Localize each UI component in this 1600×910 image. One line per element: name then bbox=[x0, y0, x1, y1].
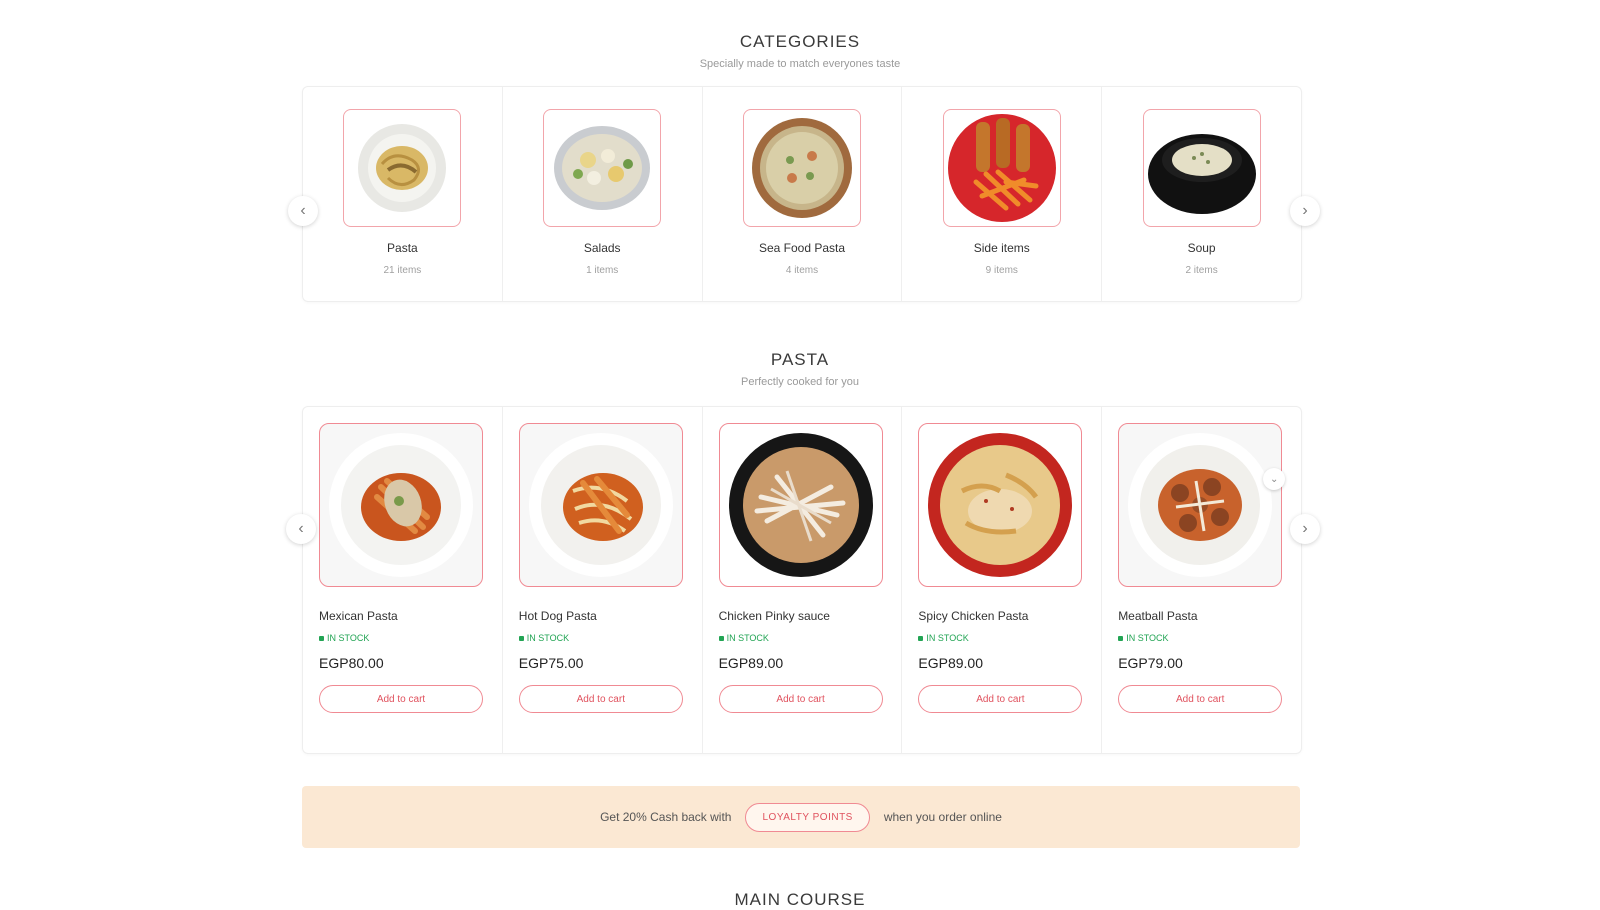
product-card: ⌄ Meatball Pasta IN STOCK EGP79.00 Add t… bbox=[1102, 407, 1301, 753]
salad-plate-icon bbox=[554, 126, 651, 210]
product-price: EGP89.00 bbox=[918, 655, 983, 671]
product-name[interactable]: Spicy Chicken Pasta bbox=[918, 609, 1085, 623]
product-name[interactable]: Meatball Pasta bbox=[1118, 609, 1285, 623]
category-image[interactable] bbox=[543, 109, 662, 227]
banner-text-before: Get 20% Cash back with bbox=[600, 810, 732, 824]
product-image[interactable] bbox=[518, 423, 683, 587]
fries-plate-icon bbox=[947, 114, 1056, 222]
product-card: Hot Dog Pasta IN STOCK EGP75.00 Add to c… bbox=[503, 407, 703, 753]
category-image[interactable] bbox=[942, 109, 1061, 227]
product-card: Spicy Chicken Pasta IN STOCK EGP89.00 Ad… bbox=[902, 407, 1103, 753]
stock-status: IN STOCK bbox=[518, 633, 686, 643]
chevron-down-icon[interactable]: ⌄ bbox=[1263, 468, 1286, 490]
stock-dot-icon bbox=[319, 635, 324, 641]
category-count: 2 items bbox=[1185, 265, 1218, 276]
category-count: 21 items bbox=[383, 265, 422, 276]
product-image[interactable] bbox=[319, 423, 483, 587]
soup-bowl-icon bbox=[1147, 134, 1256, 214]
product-card: Chicken Pinky sauce IN STOCK EGP89.00 Ad… bbox=[703, 407, 903, 753]
category-image[interactable] bbox=[1142, 109, 1261, 227]
category-card[interactable]: Soup 2 items bbox=[1102, 87, 1301, 301]
category-card[interactable]: Sea Food Pasta 4 items bbox=[703, 87, 903, 301]
pasta-subtitle: Perfectly cooked for you bbox=[740, 376, 859, 388]
stock-dot-icon bbox=[1118, 635, 1124, 641]
main-course-title: MAIN COURSE bbox=[734, 890, 866, 909]
product-price: EGP80.00 bbox=[319, 655, 384, 671]
add-to-cart-button[interactable]: Add to cart bbox=[1118, 685, 1283, 713]
product-name[interactable]: Chicken Pinky sauce bbox=[719, 609, 886, 623]
product-image[interactable] bbox=[918, 423, 1083, 587]
category-name: Salads bbox=[583, 241, 621, 255]
category-count: 9 items bbox=[985, 265, 1018, 276]
product-card: Mexican Pasta IN STOCK EGP80.00 Add to c… bbox=[303, 407, 503, 753]
category-name: Soup bbox=[1187, 241, 1216, 255]
stock-label: IN STOCK bbox=[926, 633, 969, 643]
hot-dog-pasta-icon bbox=[528, 433, 673, 577]
product-image[interactable]: ⌄ bbox=[1118, 423, 1286, 587]
category-count: 4 items bbox=[785, 265, 819, 276]
stock-status: IN STOCK bbox=[718, 633, 886, 643]
category-card[interactable]: Pasta 21 items bbox=[303, 87, 503, 301]
banner-text-after: when you order online bbox=[883, 810, 1002, 824]
spicy-chicken-pasta-icon bbox=[928, 433, 1073, 577]
category-image[interactable] bbox=[343, 109, 462, 227]
add-to-cart-button[interactable]: Add to cart bbox=[718, 685, 883, 713]
stock-label: IN STOCK bbox=[1126, 633, 1169, 643]
categories-title: CATEGORIES bbox=[739, 32, 861, 51]
category-name: Pasta bbox=[387, 241, 418, 255]
product-price: EGP75.00 bbox=[518, 655, 584, 671]
product-price: EGP79.00 bbox=[1118, 655, 1183, 671]
category-image[interactable] bbox=[742, 109, 861, 227]
pasta-plate-icon bbox=[358, 124, 447, 212]
loyalty-points-button[interactable]: LOYALTY POINTS bbox=[745, 802, 870, 832]
categories-subtitle: Specially made to match everyones taste bbox=[699, 58, 901, 70]
stock-dot-icon bbox=[918, 635, 924, 641]
category-name: Side items bbox=[973, 241, 1030, 255]
product-name[interactable]: Mexican Pasta bbox=[319, 609, 486, 623]
pasta-prev-arrow[interactable]: ‹ bbox=[286, 514, 316, 544]
product-price: EGP89.00 bbox=[718, 655, 784, 671]
main-course-header: MAIN COURSE bbox=[0, 890, 1600, 910]
stock-dot-icon bbox=[518, 635, 524, 641]
add-to-cart-button[interactable]: Add to cart bbox=[518, 685, 683, 713]
product-name[interactable]: Hot Dog Pasta bbox=[519, 609, 686, 623]
category-card[interactable]: Side items 9 items bbox=[902, 87, 1103, 301]
add-to-cart-button[interactable]: Add to cart bbox=[918, 685, 1083, 713]
loyalty-banner: Get 20% Cash back with LOYALTY POINTS wh… bbox=[302, 786, 1300, 848]
stock-label: IN STOCK bbox=[327, 633, 370, 643]
stock-status: IN STOCK bbox=[918, 633, 1085, 643]
stock-dot-icon bbox=[718, 635, 724, 641]
meatball-pasta-icon bbox=[1128, 433, 1273, 577]
categories-prev-arrow[interactable]: ‹ bbox=[288, 196, 318, 226]
stock-label: IN STOCK bbox=[726, 633, 769, 643]
pasta-title: PASTA bbox=[770, 350, 830, 369]
categories-carousel: Pasta 21 items Salads 1 items Sea Food P… bbox=[302, 86, 1302, 302]
categories-next-arrow[interactable]: › bbox=[1290, 196, 1320, 226]
chicken-pinky-sauce-icon bbox=[728, 433, 873, 577]
categories-header: CATEGORIES Specially made to match every… bbox=[0, 32, 1600, 70]
stock-status: IN STOCK bbox=[1118, 633, 1285, 643]
pasta-carousel: Mexican Pasta IN STOCK EGP80.00 Add to c… bbox=[302, 406, 1302, 754]
stock-status: IN STOCK bbox=[319, 633, 486, 643]
pasta-header: PASTA Perfectly cooked for you bbox=[0, 350, 1600, 388]
stock-label: IN STOCK bbox=[526, 633, 570, 643]
mexican-pasta-icon bbox=[329, 433, 473, 577]
product-image[interactable] bbox=[718, 423, 883, 587]
category-name: Sea Food Pasta bbox=[758, 241, 846, 255]
pasta-next-arrow[interactable]: › bbox=[1290, 514, 1320, 544]
seafood-plate-icon bbox=[751, 118, 852, 218]
category-card[interactable]: Salads 1 items bbox=[503, 87, 703, 301]
add-to-cart-button[interactable]: Add to cart bbox=[319, 685, 483, 713]
category-count: 1 items bbox=[586, 265, 619, 276]
